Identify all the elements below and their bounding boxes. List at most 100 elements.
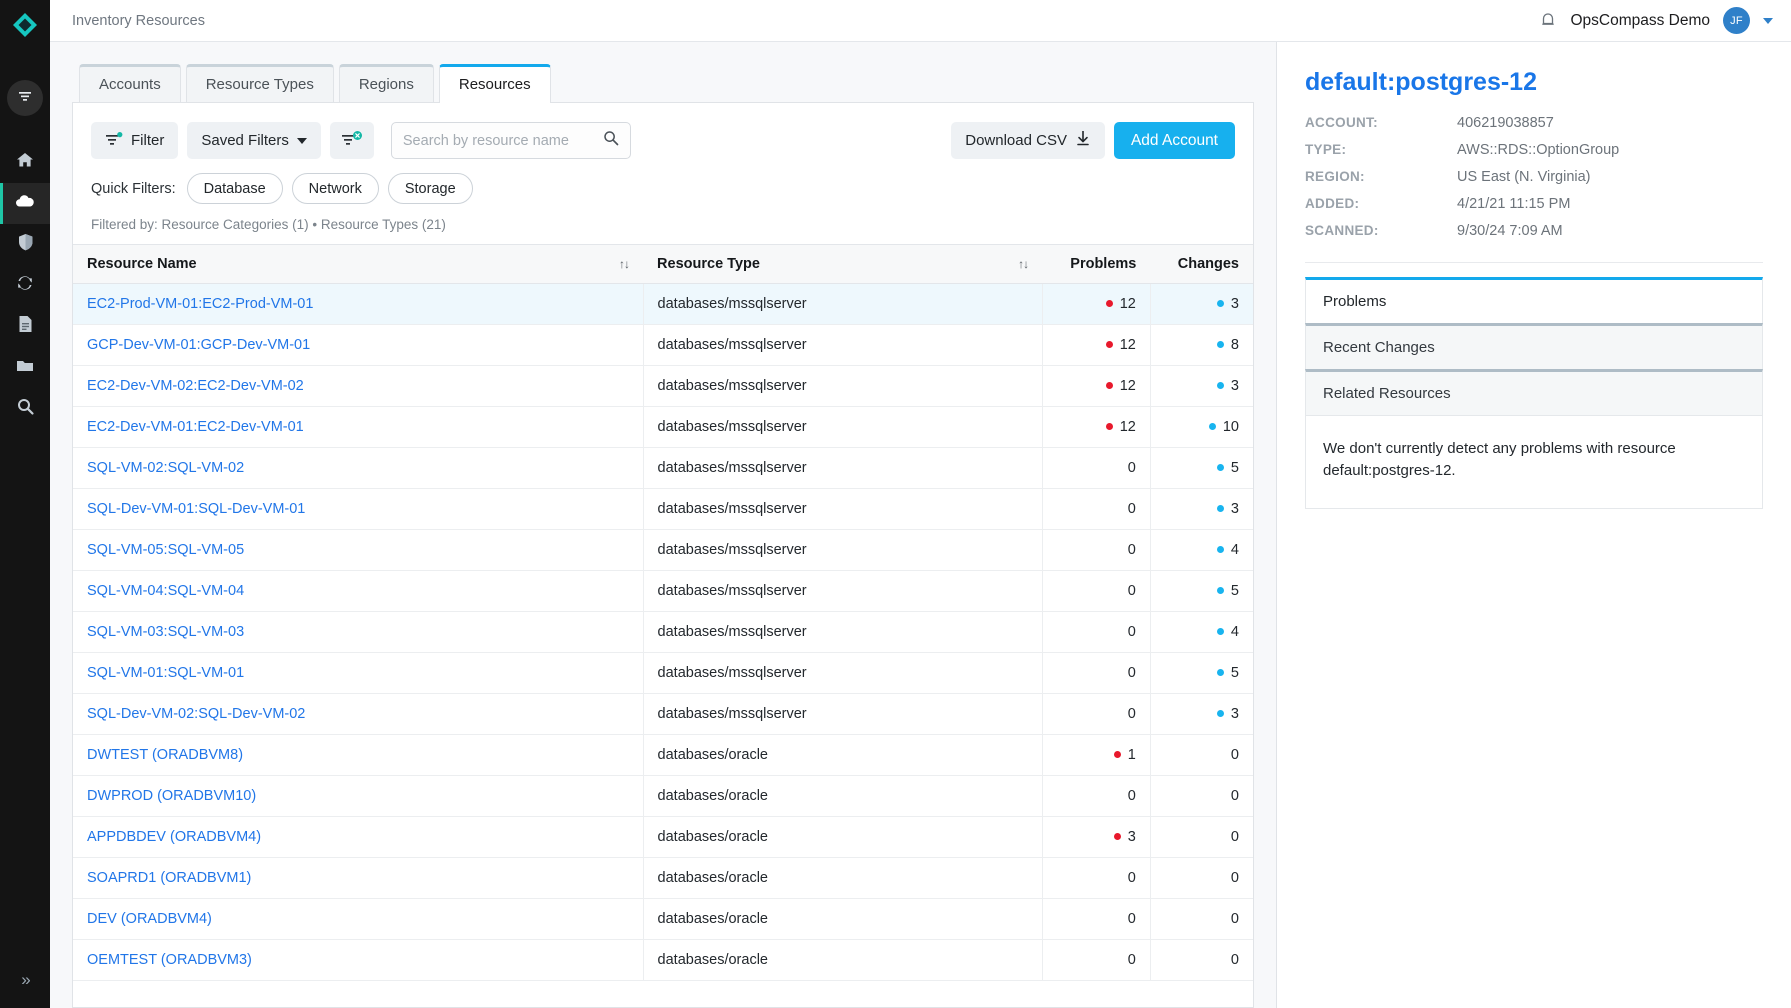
- problem-dot-icon: [1105, 381, 1113, 389]
- add-account-button[interactable]: Add Account: [1113, 122, 1235, 159]
- resource-name-link[interactable]: APPDBDEV (ORADBVM4): [87, 829, 261, 845]
- table-row[interactable]: SQL-VM-01:SQL-VM-01 databases/mssqlserver…: [73, 652, 1253, 694]
- sidebar-item-cloud[interactable]: [0, 183, 50, 224]
- body-area: Accounts Resource Types Regions Resource…: [50, 42, 1791, 1008]
- accordion-recent-changes[interactable]: Recent Changes: [1305, 323, 1763, 370]
- table-row[interactable]: EC2-Dev-VM-01:EC2-Dev-VM-01 databases/mss…: [73, 406, 1253, 448]
- meta-value: 406219038857: [1457, 115, 1554, 131]
- resource-name-link[interactable]: EC2-Prod-VM-01:EC2-Prod-VM-01: [87, 296, 313, 312]
- sort-icon[interactable]: ↑↓: [619, 257, 630, 271]
- detail-meta-list: ACCOUNT: 406219038857 TYPE: AWS::RDS::Op…: [1305, 115, 1763, 239]
- tab-regions[interactable]: Regions: [338, 64, 434, 103]
- resource-name-link[interactable]: SQL-Dev-VM-01:SQL-Dev-VM-01: [87, 501, 305, 517]
- resource-name-link[interactable]: DEV (ORADBVM4): [87, 911, 212, 927]
- column-header-changes[interactable]: Changes: [1150, 244, 1253, 284]
- table-row[interactable]: DWTEST (ORADBVM8) databases/oracle 1 0: [73, 734, 1253, 776]
- sidebar-nav: [0, 142, 50, 429]
- sidebar-item-reports[interactable]: [0, 306, 50, 347]
- cell-changes: 3: [1150, 693, 1253, 735]
- cell-resource-name: SQL-VM-01:SQL-VM-01: [73, 652, 644, 694]
- bell-icon[interactable]: [1539, 12, 1557, 30]
- filter-button[interactable]: Filter: [91, 122, 179, 159]
- quick-filter-network[interactable]: Network: [291, 173, 379, 204]
- resource-name-link[interactable]: SQL-VM-04:SQL-VM-04: [87, 583, 244, 599]
- cell-problems: 12: [1042, 283, 1151, 325]
- cell-problems: 3: [1042, 816, 1151, 858]
- table-row[interactable]: SQL-Dev-VM-02:SQL-Dev-VM-02 databases/mss…: [73, 693, 1253, 735]
- sidebar-expand-button[interactable]: »: [0, 970, 50, 990]
- search-input[interactable]: [402, 132, 603, 149]
- resource-name-link[interactable]: OEMTEST (ORADBVM3): [87, 952, 252, 968]
- tab-resource-types[interactable]: Resource Types: [185, 64, 334, 103]
- resource-name-link[interactable]: SQL-Dev-VM-02:SQL-Dev-VM-02: [87, 706, 305, 722]
- sidebar-item-search[interactable]: [0, 388, 50, 429]
- resource-name-link[interactable]: SQL-VM-01:SQL-VM-01: [87, 665, 244, 681]
- table-row[interactable]: OEMTEST (ORADBVM3) databases/oracle 0 0: [73, 939, 1253, 981]
- resource-name-link[interactable]: GCP-Dev-VM-01:GCP-Dev-VM-01: [87, 337, 310, 353]
- resource-name-link[interactable]: SOAPRD1 (ORADBVM1): [87, 870, 251, 886]
- meta-row-account: ACCOUNT: 406219038857: [1305, 115, 1763, 131]
- app-logo[interactable]: [0, 0, 50, 50]
- meta-key: ADDED:: [1305, 196, 1360, 211]
- table-head: Resource Name ↑↓ Resource Type ↑↓ Proble…: [73, 244, 1253, 284]
- column-header-problems[interactable]: Problems: [1042, 244, 1151, 284]
- cell-resource-type: databases/oracle: [643, 898, 1043, 940]
- cell-resource-type: databases/mssqlserver: [643, 529, 1043, 571]
- table-row[interactable]: SQL-VM-03:SQL-VM-03 databases/mssqlserver…: [73, 611, 1253, 653]
- problem-dot-icon: [1113, 832, 1121, 840]
- sidebar-item-drift[interactable]: [0, 265, 50, 306]
- table-row[interactable]: EC2-Dev-VM-02:EC2-Dev-VM-02 databases/mss…: [73, 365, 1253, 407]
- clear-filters-button[interactable]: [329, 122, 374, 159]
- tab-bar: Accounts Resource Types Regions Resource…: [72, 64, 1254, 103]
- accordion-related-resources[interactable]: Related Resources: [1305, 369, 1763, 416]
- resource-name-link[interactable]: SQL-VM-03:SQL-VM-03: [87, 624, 244, 640]
- cell-problems: 0: [1042, 611, 1151, 653]
- tab-accounts[interactable]: Accounts: [79, 64, 181, 103]
- table-row[interactable]: SQL-VM-04:SQL-VM-04 databases/mssqlserver…: [73, 570, 1253, 612]
- chevron-down-icon[interactable]: [1763, 17, 1773, 24]
- search-icon[interactable]: [603, 130, 619, 151]
- resource-name-link[interactable]: SQL-VM-02:SQL-VM-02: [87, 460, 244, 476]
- double-chevron-right-icon: »: [21, 970, 31, 989]
- table-row[interactable]: EC2-Prod-VM-01:EC2-Prod-VM-01 databases/m…: [73, 283, 1253, 325]
- search-box[interactable]: [390, 122, 631, 159]
- table-row[interactable]: APPDBDEV (ORADBVM4) databases/oracle 3 0: [73, 816, 1253, 858]
- avatar[interactable]: JF: [1723, 7, 1750, 34]
- quick-filter-storage[interactable]: Storage: [387, 173, 473, 204]
- column-header-resource-name[interactable]: Resource Name ↑↓: [73, 244, 644, 284]
- tab-resources[interactable]: Resources: [438, 64, 551, 103]
- cell-changes: 3: [1150, 488, 1253, 530]
- table-row[interactable]: DEV (ORADBVM4) databases/oracle 0 0: [73, 898, 1253, 940]
- table-row[interactable]: GCP-Dev-VM-01:GCP-Dev-VM-01 databases/mss…: [73, 324, 1253, 366]
- cell-resource-name: SQL-Dev-VM-01:SQL-Dev-VM-01: [73, 488, 644, 530]
- accordion-problems[interactable]: Problems: [1305, 277, 1763, 324]
- filter-icon: [105, 131, 123, 150]
- resource-name-link[interactable]: EC2-Dev-VM-02:EC2-Dev-VM-02: [87, 378, 304, 394]
- resource-name-link[interactable]: EC2-Dev-VM-01:EC2-Dev-VM-01: [87, 419, 304, 435]
- sidebar-filter-toggle[interactable]: [7, 80, 43, 116]
- resources-table-scroll[interactable]: Resource Name ↑↓ Resource Type ↑↓ Proble…: [73, 244, 1253, 1007]
- resource-name-link[interactable]: DWTEST (ORADBVM8): [87, 747, 243, 763]
- cell-problems: 0: [1042, 488, 1151, 530]
- table-row[interactable]: DWPROD (ORADBVM10) databases/oracle 0 0: [73, 775, 1253, 817]
- sidebar-item-files[interactable]: [0, 347, 50, 388]
- sidebar-item-security[interactable]: [0, 224, 50, 265]
- meta-value: AWS::RDS::OptionGroup: [1457, 142, 1620, 158]
- table-row[interactable]: SQL-VM-05:SQL-VM-05 databases/mssqlserver…: [73, 529, 1253, 571]
- cell-changes: 0: [1150, 898, 1253, 940]
- saved-filters-dropdown[interactable]: Saved Filters: [187, 122, 321, 159]
- sort-icon[interactable]: ↑↓: [1018, 257, 1029, 271]
- table-row[interactable]: SOAPRD1 (ORADBVM1) databases/oracle 0 0: [73, 857, 1253, 899]
- cell-resource-name: SQL-VM-05:SQL-VM-05: [73, 529, 644, 571]
- resource-name-link[interactable]: SQL-VM-05:SQL-VM-05: [87, 542, 244, 558]
- table-row[interactable]: SQL-Dev-VM-01:SQL-Dev-VM-01 databases/mss…: [73, 488, 1253, 530]
- cell-changes: 0: [1150, 734, 1253, 776]
- change-dot-icon: [1216, 463, 1224, 471]
- change-dot-icon: [1216, 381, 1224, 389]
- download-csv-button[interactable]: Download CSV: [951, 122, 1105, 159]
- sidebar-item-home[interactable]: [0, 142, 50, 183]
- table-row[interactable]: SQL-VM-02:SQL-VM-02 databases/mssqlserver…: [73, 447, 1253, 489]
- resource-name-link[interactable]: DWPROD (ORADBVM10): [87, 788, 256, 804]
- column-header-resource-type[interactable]: Resource Type ↑↓: [643, 244, 1043, 284]
- quick-filter-database[interactable]: Database: [186, 173, 283, 204]
